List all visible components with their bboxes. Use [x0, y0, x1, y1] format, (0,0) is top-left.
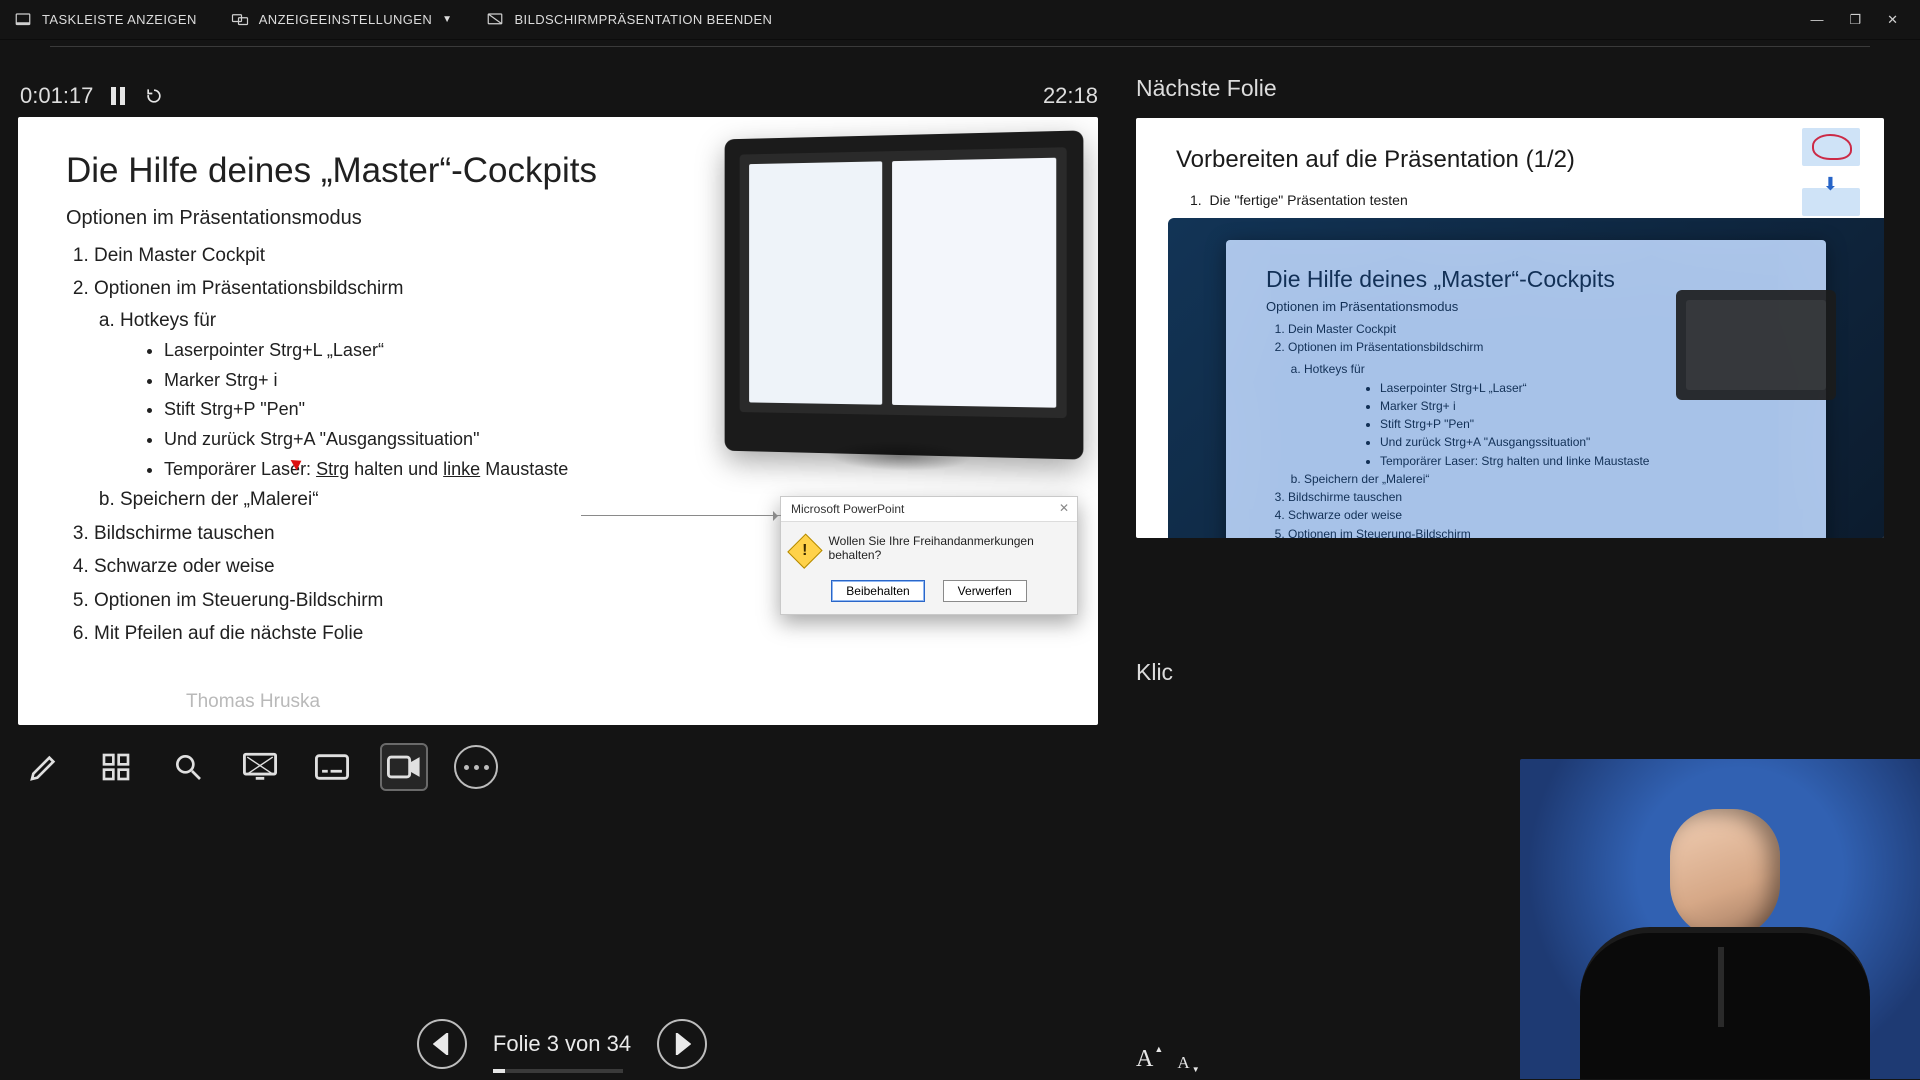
- dropdown-caret-icon: ▼: [442, 14, 452, 25]
- slide-monitor-illustration: [725, 130, 1084, 459]
- see-all-slides-button[interactable]: [94, 745, 138, 789]
- projected-monitor-icon: [1676, 290, 1836, 400]
- increase-font-button[interactable]: A: [1136, 1046, 1153, 1073]
- slide-nav: Folie 3 von 34: [18, 1019, 1106, 1069]
- warning-icon: [787, 533, 822, 568]
- current-slide[interactable]: Die Hilfe deines „Master“-Cockpits Optio…: [18, 117, 1098, 725]
- notes-font-controls: A A: [1136, 1046, 1190, 1073]
- projected-title: Die Hilfe deines „Master“-Cockpits: [1266, 266, 1806, 293]
- close-button[interactable]: ✕: [1887, 12, 1898, 28]
- window-controls: — ❐ ✕: [1810, 12, 1906, 28]
- next-slide-title: Vorbereiten auf die Präsentation (1/2): [1176, 146, 1844, 174]
- zoom-tool-button[interactable]: [166, 745, 210, 789]
- end-slideshow-icon: [486, 11, 504, 29]
- next-slide-preview[interactable]: Vorbereiten auf die Präsentation (1/2) 1…: [1136, 118, 1884, 538]
- next-slide-point1: 1. Die "fertige" Präsentation testen: [1190, 192, 1844, 208]
- slide-counter: Folie 3 von 34: [493, 1031, 631, 1057]
- next-slide-button[interactable]: [657, 1019, 707, 1069]
- dialog-title: Microsoft PowerPoint: [791, 502, 904, 516]
- minimize-button[interactable]: —: [1810, 12, 1823, 28]
- camera-button[interactable]: [382, 745, 426, 789]
- display-settings-button[interactable]: ANZEIGEEINSTELLUNGEN ▼: [231, 11, 453, 29]
- end-slideshow-label: BILDSCHIRMPRÄSENTATION BEENDEN: [514, 12, 772, 27]
- show-taskbar-label: TASKLEISTE ANZEIGEN: [42, 12, 197, 27]
- elapsed-time: 0:01:17: [20, 83, 93, 109]
- restart-timer-button[interactable]: [143, 85, 165, 107]
- show-taskbar-button[interactable]: TASKLEISTE ANZEIGEN: [14, 11, 197, 29]
- slide-item-6: Mit Pfeilen auf die nächste Folie: [94, 618, 1068, 649]
- dialog-discard-button[interactable]: Verwerfen: [943, 580, 1027, 602]
- notes-placeholder[interactable]: Klic: [1136, 659, 1173, 686]
- subtitles-button[interactable]: [310, 745, 354, 789]
- presenter-webcam[interactable]: [1520, 759, 1920, 1079]
- slide-author: Thomas Hruska: [186, 691, 1068, 713]
- next-slide-heading: Nächste Folie: [1136, 75, 1920, 102]
- prev-slide-button[interactable]: [417, 1019, 467, 1069]
- end-slideshow-button[interactable]: BILDSCHIRMPRÄSENTATION BEENDEN: [486, 11, 772, 29]
- decrease-font-button[interactable]: A: [1177, 1053, 1189, 1073]
- restore-button[interactable]: ❐: [1849, 12, 1861, 28]
- presenter-topbar: TASKLEISTE ANZEIGEN ANZEIGEEINSTELLUNGEN…: [0, 0, 1920, 40]
- dialog-keep-button[interactable]: Beibehalten: [831, 580, 924, 602]
- down-arrow-icon: ⬇: [1823, 174, 1838, 195]
- more-options-button[interactable]: [454, 745, 498, 789]
- dialog-message: Wollen Sie Ihre Freihandanmerkungen beha…: [829, 534, 1063, 562]
- black-screen-button[interactable]: [238, 745, 282, 789]
- ink-annotations-dialog: Microsoft PowerPoint ✕ Wollen Sie Ihre Fr…: [780, 496, 1078, 615]
- display-settings-icon: [231, 11, 249, 29]
- timer-row: 0:01:17 22:18: [20, 83, 1106, 109]
- pen-tool-button[interactable]: [22, 745, 66, 789]
- taskbar-icon: [14, 11, 32, 29]
- annotation-scribble: ⬇: [1780, 128, 1860, 216]
- clock-time: 22:18: [1043, 83, 1098, 109]
- presenter-toolrow: [22, 745, 1106, 789]
- display-settings-label: ANZEIGEEINSTELLUNGEN: [259, 12, 432, 27]
- dialog-close-icon[interactable]: ✕: [1059, 501, 1069, 515]
- pause-timer-button[interactable]: [107, 85, 129, 107]
- next-slide-photo: Die Hilfe deines „Master“-Cockpits Optio…: [1168, 218, 1884, 538]
